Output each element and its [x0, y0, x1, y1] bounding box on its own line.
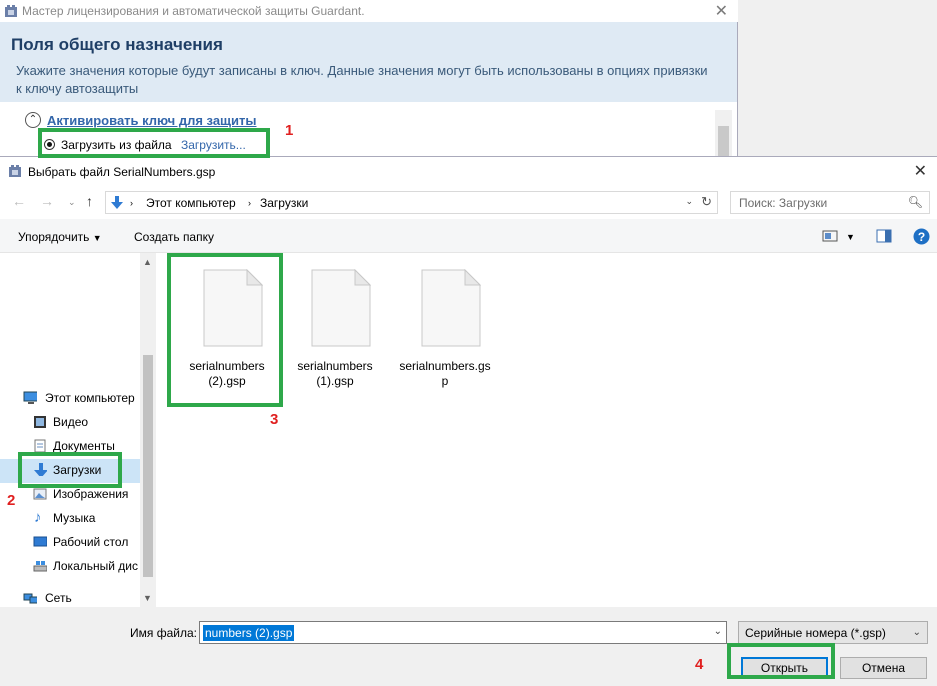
- organize-label: Упорядочить: [18, 230, 90, 244]
- organize-button[interactable]: Упорядочить ▼: [18, 230, 102, 244]
- sidebar-item-music[interactable]: ♪ Музыка: [0, 507, 140, 531]
- file-icon: [421, 269, 481, 347]
- page-title: Поля общего назначения: [11, 35, 223, 54]
- organize-dropdown-icon: ▼: [92, 233, 102, 243]
- change-view-icon[interactable]: [822, 229, 838, 243]
- filename-input[interactable]: numbers (2).gsp ⌄: [199, 621, 727, 644]
- sidebar-item-this-pc[interactable]: Этот компьютер: [0, 387, 140, 411]
- wizard-titlebar: Мастер лицензирования и автоматической з…: [0, 0, 738, 22]
- page-description: Укажите значения которые будут записаны …: [16, 63, 708, 96]
- highlight-box-load-from-file: [38, 128, 270, 158]
- sidebar-item-label: Этот компьютер: [45, 391, 135, 405]
- desktop-icon: [33, 536, 47, 547]
- open-file-dialog: Выбрать файл SerialNumbers.gsp ✕ ← → ⌄ ↑…: [0, 156, 937, 686]
- step-number-1: 1: [285, 122, 294, 139]
- wizard-header: Поля общего назначения Укажите значения …: [0, 22, 737, 102]
- file-item[interactable]: serialnumbers (1).gsp: [287, 265, 383, 395]
- help-icon[interactable]: ?: [913, 228, 930, 245]
- file-name: serialnumbers (1).gsp: [297, 359, 373, 388]
- sidebar-item-label: Рабочий стол: [53, 535, 129, 549]
- up-arrow-icon[interactable]: ↑: [86, 193, 93, 209]
- video-icon: [34, 416, 46, 428]
- recent-locations-chevron-icon[interactable]: ⌄: [68, 197, 76, 208]
- documents-icon: [34, 439, 46, 453]
- command-bar: Упорядочить ▼ Создать папку ▼ ?: [0, 219, 937, 253]
- view-dropdown-icon[interactable]: ▼: [846, 232, 855, 242]
- music-icon: ♪: [34, 509, 42, 526]
- dialog-app-icon: [9, 165, 21, 177]
- sidebar-item-label: Видео: [53, 415, 89, 429]
- back-arrow-icon[interactable]: ←: [12, 193, 26, 209]
- highlight-box-open-button: [727, 643, 835, 679]
- filetype-dropdown-icon: ⌄: [912, 627, 921, 638]
- svg-text:?: ?: [918, 230, 925, 244]
- step-number-2: 2: [7, 492, 16, 509]
- section-title-link[interactable]: Активировать ключ для защиты: [47, 113, 257, 128]
- sidebar-item-label: Музыка: [53, 511, 96, 525]
- dialog-title: Выбрать файл SerialNumbers.gsp: [28, 165, 216, 179]
- wizard-title: Мастер лицензирования и автоматической з…: [22, 4, 365, 18]
- scrollbar-thumb[interactable]: [143, 355, 153, 577]
- breadcrumb-separator-icon[interactable]: ›: [248, 198, 251, 208]
- scrollbar-thumb[interactable]: [718, 126, 729, 156]
- forward-arrow-icon[interactable]: →: [40, 193, 54, 209]
- address-bar[interactable]: › Этот компьютер › Загрузки ⌄ ↻: [105, 191, 718, 214]
- sidebar-item-local-drive[interactable]: Локальный дис: [0, 555, 140, 579]
- sidebar-item-label: Документы: [53, 439, 115, 453]
- pictures-icon: [33, 488, 47, 500]
- step-number-4: 4: [695, 656, 704, 673]
- filetype-value: Серийные номера (*.gsp): [745, 626, 886, 640]
- breadcrumb-this-pc[interactable]: Этот компьютер: [146, 196, 236, 210]
- scroll-down-icon[interactable]: ▼: [143, 593, 152, 603]
- sidebar-item-video[interactable]: Видео: [0, 411, 140, 435]
- dialog-close-icon[interactable]: ✕: [914, 161, 927, 181]
- computer-icon: [23, 391, 37, 404]
- dialog-titlebar: Выбрать файл SerialNumbers.gsp ✕: [0, 157, 937, 185]
- file-name: serialnumbers.gsp: [399, 359, 491, 388]
- filename-label: Имя файла:: [130, 626, 197, 640]
- navigation-bar: ← → ⌄ ↑ › Этот компьютер › Загрузки ⌄ ↻ …: [0, 185, 937, 219]
- step-number-3: 3: [270, 411, 279, 428]
- cancel-button[interactable]: Отмена: [840, 657, 927, 679]
- wizard-close-icon[interactable]: ✕: [715, 1, 728, 21]
- refresh-icon[interactable]: ↻: [701, 194, 712, 210]
- drive-icon: [33, 561, 47, 572]
- sidebar-item-label: Изображения: [53, 487, 129, 501]
- filetype-select[interactable]: Серийные номера (*.gsp) ⌄: [738, 621, 928, 644]
- app-icon: [5, 5, 17, 17]
- highlight-box-downloads: [18, 452, 122, 488]
- collapse-icon[interactable]: ⌃: [25, 112, 41, 128]
- search-box[interactable]: Поиск: Загрузки 🔍︎: [730, 191, 930, 214]
- highlight-box-file: [167, 253, 283, 407]
- network-icon: [23, 593, 37, 604]
- file-icon: [311, 269, 371, 347]
- filename-dropdown-icon[interactable]: ⌄: [714, 626, 722, 637]
- preview-pane-icon[interactable]: [876, 229, 892, 243]
- sidebar-scrollbar[interactable]: ▲ ▼: [140, 253, 156, 607]
- new-folder-button[interactable]: Создать папку: [134, 230, 214, 244]
- sidebar-item-label: Сеть: [45, 591, 72, 605]
- wizard-scrollbar[interactable]: [715, 110, 732, 160]
- sidebar-item-desktop[interactable]: Рабочий стол: [0, 531, 140, 555]
- file-item[interactable]: serialnumbers.gsp: [397, 265, 493, 395]
- address-dropdown-icon[interactable]: ⌄: [685, 196, 693, 207]
- navigation-pane: Этот компьютер Видео Документы Загрузки …: [0, 253, 156, 607]
- search-input[interactable]: Поиск: Загрузки: [739, 196, 827, 210]
- breadcrumb-separator-icon[interactable]: ›: [130, 198, 133, 208]
- downloads-location-icon: [111, 196, 123, 209]
- sidebar-item-label: Локальный дис: [53, 559, 138, 573]
- scroll-up-icon[interactable]: ▲: [143, 257, 152, 267]
- breadcrumb-downloads[interactable]: Загрузки: [260, 196, 308, 210]
- search-icon[interactable]: 🔍︎: [908, 195, 923, 209]
- filename-value[interactable]: numbers (2).gsp: [203, 625, 295, 641]
